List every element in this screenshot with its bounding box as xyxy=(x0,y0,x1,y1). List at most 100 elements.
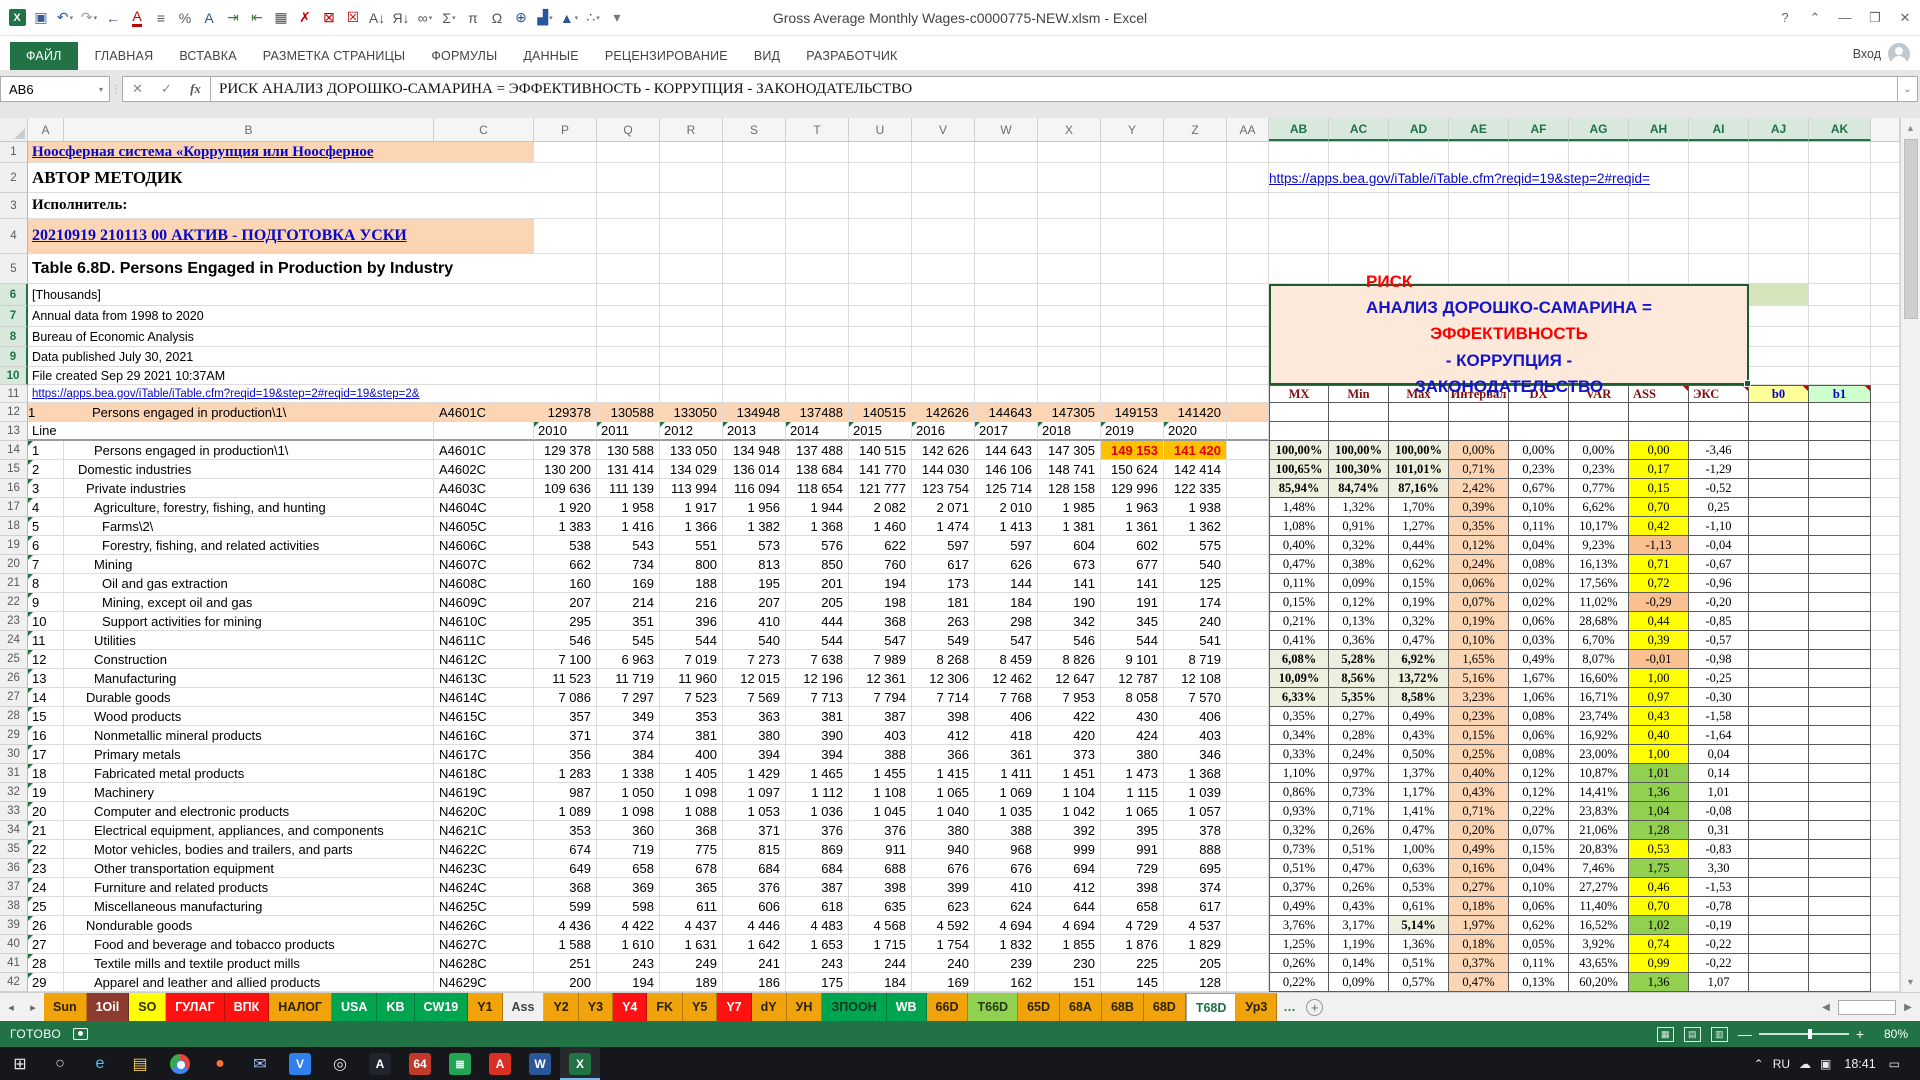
back-arrow-icon[interactable]: ← xyxy=(102,6,124,30)
cell-AH40[interactable]: 0,74 xyxy=(1629,935,1689,954)
cell-AF35[interactable]: 0,15% xyxy=(1509,840,1569,859)
cell-AE14[interactable]: 0,00% xyxy=(1449,441,1509,460)
cell-Y12[interactable]: 149153 xyxy=(1101,403,1164,422)
cell-B14[interactable]: Persons engaged in production\1\ xyxy=(64,441,434,460)
cell-T2[interactable] xyxy=(786,163,849,193)
zoom-slider-thumb[interactable] xyxy=(1808,1029,1812,1039)
cell-R29[interactable]: 381 xyxy=(660,726,723,745)
cell-C30[interactable]: N4617C xyxy=(434,745,534,764)
cell-Q17[interactable]: 1 958 xyxy=(597,498,660,517)
cell-T1[interactable] xyxy=(786,142,849,163)
cell-AK17[interactable] xyxy=(1809,498,1871,517)
cell-sliver-5[interactable] xyxy=(1871,254,1900,284)
cell-A21[interactable]: 8 xyxy=(28,574,64,593)
cell-AI13[interactable] xyxy=(1689,422,1749,441)
cell-AC42[interactable]: 0,09% xyxy=(1329,973,1389,992)
cell-Z23[interactable]: 240 xyxy=(1164,612,1227,631)
cell-AF40[interactable]: 0,05% xyxy=(1509,935,1569,954)
column-header-P[interactable]: P xyxy=(534,118,597,141)
pi-icon[interactable]: π xyxy=(462,6,484,30)
row-header-31[interactable]: 31 xyxy=(0,764,28,783)
cell-AJ16[interactable] xyxy=(1749,479,1809,498)
cell-U2[interactable] xyxy=(849,163,912,193)
cell-V2[interactable] xyxy=(912,163,975,193)
cell-AG36[interactable]: 7,46% xyxy=(1569,859,1629,878)
cell-R18[interactable]: 1 366 xyxy=(660,517,723,536)
cell-Z21[interactable]: 125 xyxy=(1164,574,1227,593)
scroll-up-icon[interactable]: ▲ xyxy=(1901,118,1920,138)
cell-R7[interactable] xyxy=(660,306,723,327)
cell-Z27[interactable]: 7 570 xyxy=(1164,688,1227,707)
cell-AJ5[interactable] xyxy=(1749,254,1809,284)
cell-U9[interactable] xyxy=(849,347,912,367)
cell-AK12[interactable] xyxy=(1809,403,1871,422)
cell-W14[interactable]: 144 643 xyxy=(975,441,1038,460)
cell-U22[interactable]: 198 xyxy=(849,593,912,612)
column-header-V[interactable]: V xyxy=(912,118,975,141)
cell-AC39[interactable]: 3,17% xyxy=(1329,916,1389,935)
cell-AI18[interactable]: -1,10 xyxy=(1689,517,1749,536)
cell-Z41[interactable]: 205 xyxy=(1164,954,1227,973)
cell-R11[interactable] xyxy=(660,385,723,403)
cell-Y16[interactable]: 129 996 xyxy=(1101,479,1164,498)
cell-AJ12[interactable] xyxy=(1749,403,1809,422)
cell-AB12[interactable] xyxy=(1269,403,1329,422)
cell-AA19[interactable] xyxy=(1227,536,1269,555)
cell-U11[interactable] xyxy=(849,385,912,403)
cell-X4[interactable] xyxy=(1038,219,1101,254)
cell-AD25[interactable]: 6,92% xyxy=(1389,650,1449,669)
cell-X41[interactable]: 230 xyxy=(1038,954,1101,973)
cell-V29[interactable]: 412 xyxy=(912,726,975,745)
cell-AD1[interactable] xyxy=(1389,142,1449,163)
cell-T5[interactable] xyxy=(786,254,849,284)
cell-AI5[interactable] xyxy=(1689,254,1749,284)
cell-AA11[interactable] xyxy=(1227,385,1269,403)
cell-AC15[interactable]: 100,30% xyxy=(1329,460,1389,479)
cell-AJ33[interactable] xyxy=(1749,802,1809,821)
cell-C32[interactable]: N4619C xyxy=(434,783,534,802)
cell-X34[interactable]: 392 xyxy=(1038,821,1101,840)
panel-header-ASS[interactable]: ASS xyxy=(1629,385,1689,403)
cell-AI23[interactable]: -0,85 xyxy=(1689,612,1749,631)
cell-W29[interactable]: 418 xyxy=(975,726,1038,745)
cell-V20[interactable]: 617 xyxy=(912,555,975,574)
cell-Y11[interactable] xyxy=(1101,385,1164,403)
cell-AB26[interactable]: 10,09% xyxy=(1269,669,1329,688)
cell-W25[interactable]: 8 459 xyxy=(975,650,1038,669)
cell-P21[interactable]: 160 xyxy=(534,574,597,593)
cell-S21[interactable]: 195 xyxy=(723,574,786,593)
cell-X37[interactable]: 412 xyxy=(1038,878,1101,897)
cell-W1[interactable] xyxy=(975,142,1038,163)
cell-AE1[interactable] xyxy=(1449,142,1509,163)
cell-B39[interactable]: Nondurable goods xyxy=(64,916,434,935)
column-header-AE[interactable]: AE xyxy=(1449,118,1509,141)
column-header-AJ[interactable]: AJ xyxy=(1749,118,1809,141)
sheet-tab-Y7[interactable]: Y7 xyxy=(717,993,751,1021)
cell-V1[interactable] xyxy=(912,142,975,163)
cell-AC4[interactable] xyxy=(1329,219,1389,254)
ribbon-tab-разметка страницы[interactable]: РАЗМЕТКА СТРАНИЦЫ xyxy=(250,42,419,70)
cell-P34[interactable]: 353 xyxy=(534,821,597,840)
cell-V24[interactable]: 549 xyxy=(912,631,975,650)
cell-V37[interactable]: 399 xyxy=(912,878,975,897)
cell-AH16[interactable]: 0,15 xyxy=(1629,479,1689,498)
cell-P40[interactable]: 1 588 xyxy=(534,935,597,954)
cell-C12[interactable]: A4601C xyxy=(434,403,534,422)
column-header-T[interactable]: T xyxy=(786,118,849,141)
cell-AK3[interactable] xyxy=(1809,193,1871,219)
cell-AB35[interactable]: 0,73% xyxy=(1269,840,1329,859)
column-header-B[interactable]: B xyxy=(64,118,434,141)
cell-P12[interactable]: 129378 xyxy=(534,403,597,422)
column-header-U[interactable]: U xyxy=(849,118,912,141)
cell-AA17[interactable] xyxy=(1227,498,1269,517)
cell-AF25[interactable]: 0,49% xyxy=(1509,650,1569,669)
row-header-38[interactable]: 38 xyxy=(0,897,28,916)
cell-P19[interactable]: 538 xyxy=(534,536,597,555)
cell-AE40[interactable]: 0,18% xyxy=(1449,935,1509,954)
cell-AD42[interactable]: 0,57% xyxy=(1389,973,1449,992)
cell-P7[interactable] xyxy=(534,306,597,327)
cell-AC17[interactable]: 1,32% xyxy=(1329,498,1389,517)
cell-AB27[interactable]: 6,33% xyxy=(1269,688,1329,707)
cell-R30[interactable]: 400 xyxy=(660,745,723,764)
cell-V3[interactable] xyxy=(912,193,975,219)
